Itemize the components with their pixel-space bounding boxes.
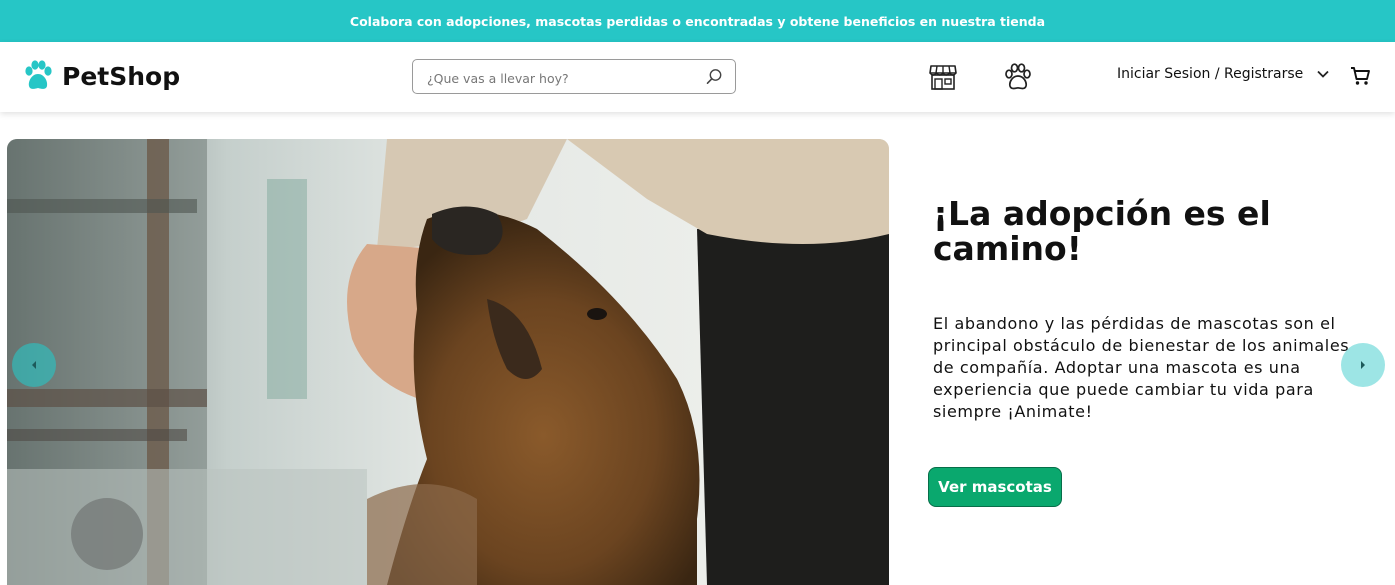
search-input[interactable] — [425, 66, 699, 90]
cart-icon[interactable] — [1350, 66, 1370, 86]
carousel-next-button[interactable] — [1341, 343, 1385, 387]
hero-title: ¡La adopción es el camino! — [933, 194, 1271, 268]
hero-text: ¡La adopción es el camino! — [933, 196, 1353, 266]
paw-logo-icon — [25, 60, 52, 89]
chevron-left-icon — [32, 361, 36, 369]
search-icon[interactable] — [706, 68, 723, 85]
hero-image — [7, 139, 889, 585]
carousel-prev-button[interactable] — [12, 343, 56, 387]
hero-description: El abandono y las pérdidas de mascotas s… — [933, 314, 1350, 421]
site-header: PetShop Iniciar Sesion / Registrarse — [0, 42, 1395, 112]
announcement-text: Colabora con adopciones, mascotas perdid… — [349, 13, 1046, 29]
login-menu[interactable]: Iniciar Sesion / Registrarse — [1117, 66, 1329, 82]
paw-icon[interactable] — [1004, 63, 1032, 91]
store-icon[interactable] — [929, 64, 957, 90]
chevron-right-icon — [1361, 361, 1365, 369]
announcement-bar: Colabora con adopciones, mascotas perdid… — [0, 0, 1395, 42]
logo-text: PetShop — [62, 61, 181, 91]
login-label: Iniciar Sesion / Registrarse — [1117, 66, 1304, 82]
search-box[interactable] — [412, 59, 736, 94]
logo[interactable]: PetShop — [24, 60, 180, 92]
view-pets-button[interactable]: Ver mascotas — [928, 467, 1062, 507]
chevron-down-icon[interactable] — [1317, 70, 1329, 78]
